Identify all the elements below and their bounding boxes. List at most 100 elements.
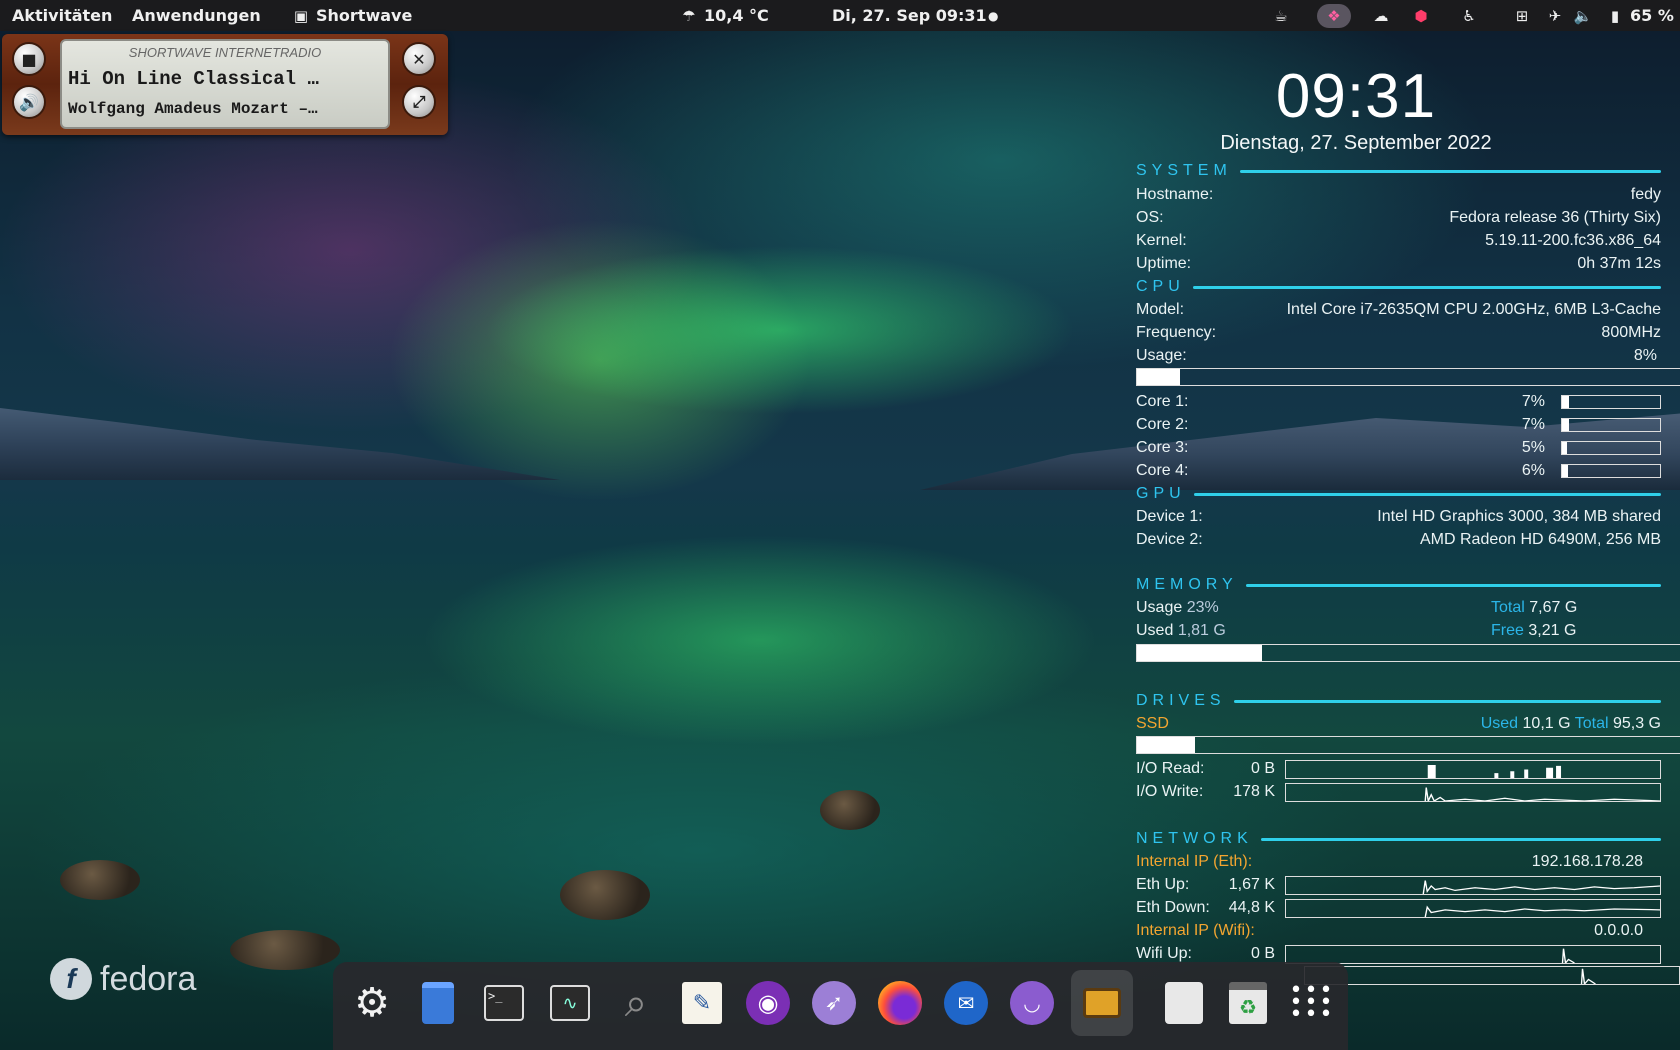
player-brand: SHORTWAVE INTERNETRADIO <box>128 45 322 60</box>
row-value: 0.0.0.0 <box>1594 922 1643 939</box>
pulse-icon: ❖ <box>1327 6 1341 25</box>
section-rule <box>1245 583 1661 587</box>
status-pill[interactable]: ❖ <box>1317 0 1351 31</box>
wifi-up-graph <box>1285 945 1661 964</box>
shortwave-icon[interactable] <box>1071 970 1133 1036</box>
cube-icon[interactable]: ⬢ <box>1412 0 1430 31</box>
wallpaper-hill-left <box>0 408 560 480</box>
row-label: Internal IP (Eth): <box>1136 853 1253 870</box>
terminal-icon[interactable]: >_ <box>479 978 529 1028</box>
cpu-usage-row: Usage: 8% <box>1136 345 1661 367</box>
battery-label: 65 % <box>1630 6 1674 25</box>
wallpaper-rock <box>560 870 650 920</box>
eth-down-graph <box>1285 899 1661 918</box>
wallpaper-rock <box>60 860 140 900</box>
row-value: Intel Core i7-2635QM CPU 2.00GHz, 6MB L3… <box>1286 301 1661 318</box>
section-title: GPU <box>1136 485 1186 502</box>
drive-name: SSD <box>1136 715 1169 732</box>
mask-icon[interactable]: ◡ <box>1007 978 1057 1028</box>
airplane-icon[interactable]: ✈ <box>1546 0 1564 31</box>
wifi-down-graph <box>1304 966 1680 985</box>
volume-button[interactable]: 🔊 <box>12 85 46 119</box>
core-bar <box>1561 441 1661 455</box>
eth-up-graph <box>1285 876 1661 895</box>
volume-icon[interactable]: 🔈 <box>1574 0 1593 31</box>
memory-total: Total 7,67 G <box>1491 597 1577 619</box>
kernel-row: Kernel: 5.19.11-200.fc36.x86_64 <box>1136 230 1661 252</box>
section-title: SYSTEM <box>1136 162 1232 179</box>
io-write-row: I/O Write: 178 K <box>1136 781 1661 803</box>
firefox-icon[interactable] <box>875 978 925 1028</box>
cloud-icon[interactable]: ☁ <box>1372 0 1390 31</box>
core-fill <box>1562 442 1567 454</box>
row-label: Eth Down: <box>1136 899 1210 916</box>
row-label: Core 2: <box>1136 416 1189 433</box>
track-title: Wolfgang Amadeus Mozart –… <box>68 100 318 118</box>
section-title: CPU <box>1136 278 1185 295</box>
core-fill <box>1562 396 1569 408</box>
memory-usage-row: Usage 23% Total 7,67 G <box>1136 597 1661 619</box>
station-name: Hi On Line Classical … <box>68 68 319 90</box>
row-value: 7% <box>1521 416 1545 433</box>
row-value: fedy <box>1630 186 1661 203</box>
section-title: NETWORK <box>1136 830 1253 847</box>
eagle-icon[interactable]: ➶ <box>809 978 859 1028</box>
weather-indicator[interactable]: ☂ 10,4 °C <box>680 0 769 31</box>
network-icon[interactable]: ⊞ <box>1513 0 1531 31</box>
row-value: 3,21 G <box>1528 622 1577 639</box>
section-title: MEMORY <box>1136 576 1238 593</box>
wallpaper-rock <box>820 790 880 830</box>
row-label: I/O Write: <box>1136 783 1204 800</box>
trash-icon[interactable]: ♻ <box>1223 978 1273 1028</box>
expand-button[interactable]: ⤢ <box>402 85 436 119</box>
notification-dot-icon: ● <box>988 8 999 23</box>
thunderbird-icon[interactable]: ✉ <box>941 978 991 1028</box>
applications-menu[interactable]: Anwendungen <box>132 0 261 31</box>
core-row: Core 4: 6% <box>1136 460 1661 482</box>
cpu-frequency-row: Frequency: 800MHz <box>1136 322 1661 344</box>
coffee-icon[interactable]: ☕ <box>1272 0 1290 31</box>
io-read-graph <box>1285 760 1661 779</box>
section-rule <box>1192 285 1661 289</box>
os-row: OS: Fedora release 36 (Thirty Six) <box>1136 207 1661 229</box>
row-value: AMD Radeon HD 6490M, 256 MB <box>1420 531 1661 548</box>
row-value: 23% <box>1186 599 1219 616</box>
activities-label: Aktivitäten <box>12 6 113 25</box>
expand-icon: ⤢ <box>412 92 426 111</box>
row-label: Core 4: <box>1136 462 1189 479</box>
app-menu[interactable]: ▣ Shortwave <box>292 0 412 31</box>
search-icon[interactable]: ⌕ <box>611 978 661 1028</box>
shortwave-mini-player: ■ 🔊 SHORTWAVE INTERNETRADIO Hi On Line C… <box>2 34 448 135</box>
volume-icon: 🔊 <box>19 92 39 112</box>
memory-usage: Usage 23% <box>1136 597 1219 619</box>
hostname-row: Hostname: fedy <box>1136 184 1661 206</box>
stop-button[interactable]: ■ <box>12 42 46 76</box>
app-grid-icon[interactable]: ••• ••• ••• <box>1287 978 1337 1028</box>
fedora-wordmark: fedora <box>100 959 197 998</box>
fedora-icon: f <box>50 958 92 1000</box>
row-value: 10,1 G <box>1522 715 1571 732</box>
cpu-usage-bar <box>1136 368 1680 386</box>
files-icon[interactable] <box>413 978 463 1028</box>
row-label: Device 1: <box>1136 508 1203 525</box>
clock-button[interactable]: Di, 27. Sep 09:31 <box>832 0 987 31</box>
row-value: 95,3 G <box>1612 715 1661 732</box>
accessibility-icon[interactable]: ♿ <box>1460 0 1478 31</box>
activities-button[interactable]: Aktivitäten <box>12 0 112 31</box>
row-value: 7,67 G <box>1529 599 1578 616</box>
text-editor-icon[interactable]: ✎ <box>677 978 727 1028</box>
podcasts-icon[interactable]: ◉ <box>743 978 793 1028</box>
row-label: Uptime: <box>1136 255 1192 272</box>
close-button[interactable]: ✕ <box>402 42 436 76</box>
settings-icon[interactable]: ⚙ <box>347 978 397 1028</box>
conky-clock: 09:31 <box>1275 62 1437 131</box>
row-label: OS: <box>1136 209 1164 226</box>
ssd-row: SSD Used 10,1 G Total 95,3 G <box>1136 713 1661 735</box>
section-rule <box>1260 837 1661 841</box>
uptime-row: Uptime: 0h 37m 12s <box>1136 253 1661 275</box>
disk-icon[interactable] <box>1159 978 1209 1028</box>
battery-indicator[interactable]: ▮ 65 % <box>1606 0 1674 31</box>
row-label: Usage <box>1136 599 1183 616</box>
system-monitor-icon[interactable]: ∿ <box>545 978 595 1028</box>
rain-cloud-icon: ☂ <box>682 6 696 25</box>
